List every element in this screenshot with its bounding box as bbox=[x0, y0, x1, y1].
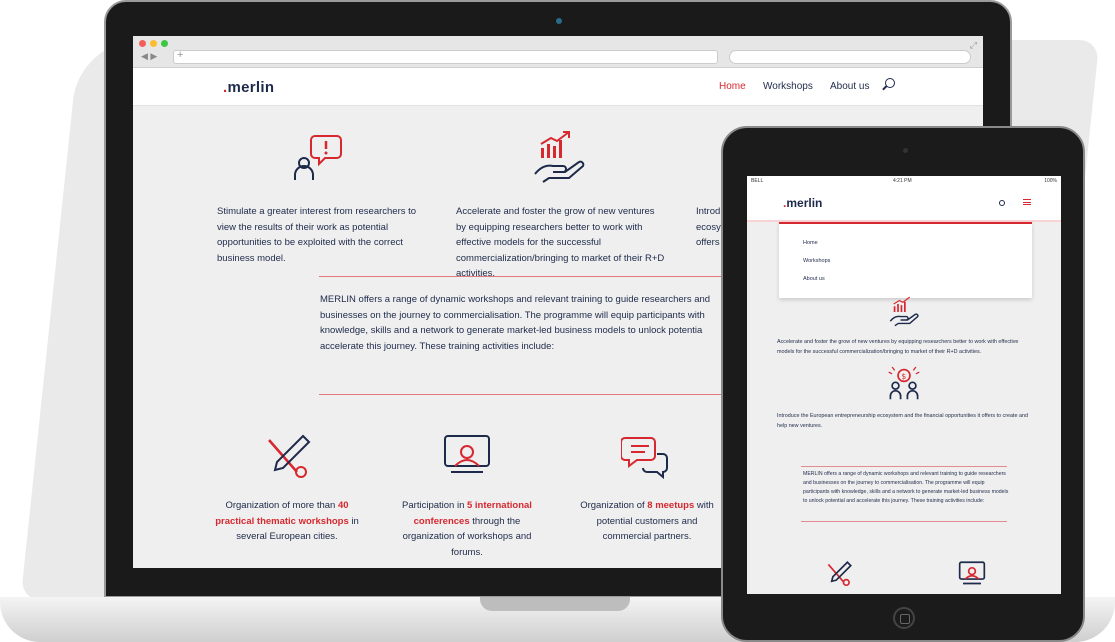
nav-workshops[interactable]: Workshops bbox=[763, 81, 813, 92]
new-tab-icon[interactable]: + bbox=[177, 49, 183, 61]
stat-workshops: Organization of more than 40 practical t… bbox=[215, 498, 359, 545]
intro-paragraph: MERLIN offers a range of dynamic worksho… bbox=[803, 471, 1009, 504]
presentation-screen-icon bbox=[958, 561, 986, 585]
person-speech-alert-icon bbox=[294, 135, 342, 180]
menu-item-home[interactable]: Home bbox=[803, 240, 818, 246]
browser-toolbar: ◀ ▶ + ⤢ bbox=[133, 36, 983, 68]
close-dot[interactable] bbox=[139, 40, 146, 47]
search-icon[interactable] bbox=[999, 200, 1005, 206]
stat-highlight: 8 meetups bbox=[647, 500, 695, 511]
menu-icon[interactable] bbox=[1023, 199, 1031, 205]
tablet-screen: BELL 4:21 PM 100% .merlin Home Workshops… bbox=[747, 176, 1061, 594]
maximize-dot[interactable] bbox=[161, 40, 168, 47]
battery-level: 100% bbox=[1044, 178, 1057, 184]
merlin-logo[interactable]: .merlin bbox=[783, 196, 822, 210]
back-forward-icon[interactable]: ◀ ▶ bbox=[141, 51, 157, 62]
carrier-label: BELL bbox=[751, 178, 764, 184]
nav-home[interactable]: Home bbox=[719, 81, 746, 92]
stat-text: Organization of bbox=[580, 500, 648, 511]
tablet-header: .merlin bbox=[747, 186, 1061, 222]
menu-item-workshops[interactable]: Workshops bbox=[803, 258, 830, 264]
mobile-menu: Home Workshops About us bbox=[779, 222, 1032, 298]
fullscreen-icon[interactable]: ⤢ bbox=[970, 40, 977, 51]
feature-text-3: Introduce the European entrepreneurship … bbox=[777, 413, 1029, 429]
nav-about-us[interactable]: About us bbox=[830, 81, 869, 92]
status-bar: BELL 4:21 PM 100% bbox=[747, 176, 1061, 186]
feature-text-2: Accelerate and foster the grow of new ve… bbox=[777, 339, 1019, 355]
home-button[interactable] bbox=[893, 607, 915, 629]
divider-bottom bbox=[801, 521, 1007, 522]
feature-text-1: Stimulate a greater interest from resear… bbox=[217, 206, 417, 264]
clock: 4:21 PM bbox=[893, 178, 912, 184]
stat-conferences: Participation in 5 international confere… bbox=[395, 498, 539, 560]
address-bar[interactable] bbox=[173, 50, 718, 64]
divider-top bbox=[319, 276, 739, 277]
chat-bubbles-icon bbox=[621, 437, 668, 480]
device-mockup: ◀ ▶ + ⤢ .merlin Home Workshops About us bbox=[0, 0, 1115, 642]
svg-text:$: $ bbox=[901, 372, 906, 381]
menu-item-about-us[interactable]: About us bbox=[803, 276, 825, 282]
intro-paragraph: MERLIN offers a range of dynamic worksho… bbox=[320, 294, 711, 352]
minimize-dot[interactable] bbox=[150, 40, 157, 47]
stat-text: Participation in bbox=[402, 500, 467, 511]
pencil-tools-icon bbox=[268, 434, 311, 478]
stat-meetups: Organization of 8 meetups with potential… bbox=[575, 498, 719, 545]
presentation-screen-icon bbox=[444, 435, 490, 473]
pencil-tools-icon bbox=[827, 561, 852, 587]
divider-top bbox=[801, 466, 1007, 467]
search-icon[interactable] bbox=[885, 78, 895, 88]
tablet: BELL 4:21 PM 100% .merlin Home Workshops… bbox=[721, 126, 1085, 642]
hand-growth-chart-icon bbox=[534, 131, 585, 183]
browser-search-field[interactable] bbox=[729, 50, 971, 64]
site-header: .merlin Home Workshops About us bbox=[133, 68, 983, 106]
tablet-camera bbox=[903, 148, 908, 153]
laptop-notch bbox=[480, 597, 630, 611]
divider-bottom bbox=[319, 394, 739, 395]
stat-text: Organization of more than bbox=[225, 500, 338, 511]
feature-text-2: Accelerate and foster the grow of new ve… bbox=[456, 206, 665, 279]
investor-people-icon: $ bbox=[888, 366, 920, 400]
merlin-logo[interactable]: .merlin bbox=[223, 79, 274, 96]
hand-growth-chart-icon bbox=[889, 296, 919, 327]
laptop-camera bbox=[556, 18, 562, 24]
